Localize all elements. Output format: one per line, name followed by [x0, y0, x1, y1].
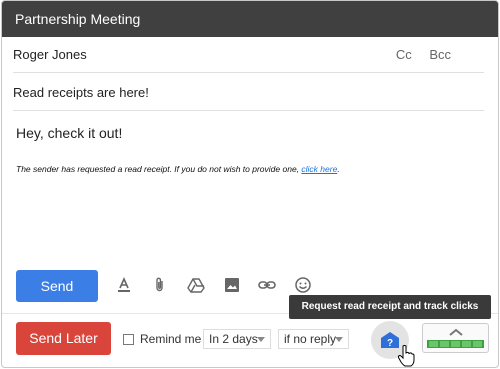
- cc-link[interactable]: Cc: [396, 47, 412, 62]
- notice-end: .: [337, 164, 340, 174]
- recipient-name: Roger Jones: [13, 47, 87, 62]
- message-body[interactable]: Hey, check it out!: [16, 125, 122, 141]
- chevron-up-icon: [449, 328, 463, 336]
- notice-text: The sender has requested a read receipt.…: [16, 164, 302, 174]
- text-format-icon[interactable]: [114, 275, 134, 295]
- remind-label: Remind me: [140, 332, 202, 346]
- bcc-link[interactable]: Bcc: [429, 47, 451, 62]
- remind-condition-value: if no reply: [284, 332, 337, 346]
- link-icon[interactable]: [257, 275, 277, 295]
- chevron-down-icon: [335, 337, 343, 342]
- remind-days-value: In 2 days: [209, 332, 258, 346]
- svg-text:?: ?: [387, 338, 393, 349]
- to-field[interactable]: Roger Jones Cc Bcc: [13, 37, 484, 73]
- compose-window: Partnership Meeting Roger Jones Cc Bcc R…: [1, 0, 499, 368]
- remind-me-option[interactable]: Remind me: [123, 332, 201, 346]
- attach-icon[interactable]: [150, 275, 170, 295]
- remind-checkbox[interactable]: [123, 333, 134, 345]
- send-later-button[interactable]: Send Later: [16, 322, 111, 355]
- click-tracker-widget[interactable]: [422, 323, 489, 353]
- notice-link[interactable]: click here: [301, 164, 337, 174]
- hand-cursor-icon: [397, 345, 415, 367]
- remind-condition-select[interactable]: if no reply: [278, 329, 349, 349]
- tracker-progress-bar: [427, 340, 484, 348]
- drive-icon[interactable]: [186, 275, 206, 295]
- chevron-down-icon: [257, 337, 265, 342]
- image-icon[interactable]: [222, 275, 242, 295]
- cc-bcc-controls: Cc Bcc: [382, 37, 451, 73]
- read-receipt-notice: The sender has requested a read receipt.…: [16, 164, 340, 174]
- send-button[interactable]: Send: [16, 270, 98, 302]
- subject-field[interactable]: Read receipts are here!: [13, 75, 484, 111]
- emoji-icon[interactable]: [293, 275, 313, 295]
- remind-days-select[interactable]: In 2 days: [203, 329, 271, 349]
- compose-title: Partnership Meeting: [2, 1, 498, 37]
- read-receipt-tooltip: Request read receipt and track clicks: [289, 295, 491, 319]
